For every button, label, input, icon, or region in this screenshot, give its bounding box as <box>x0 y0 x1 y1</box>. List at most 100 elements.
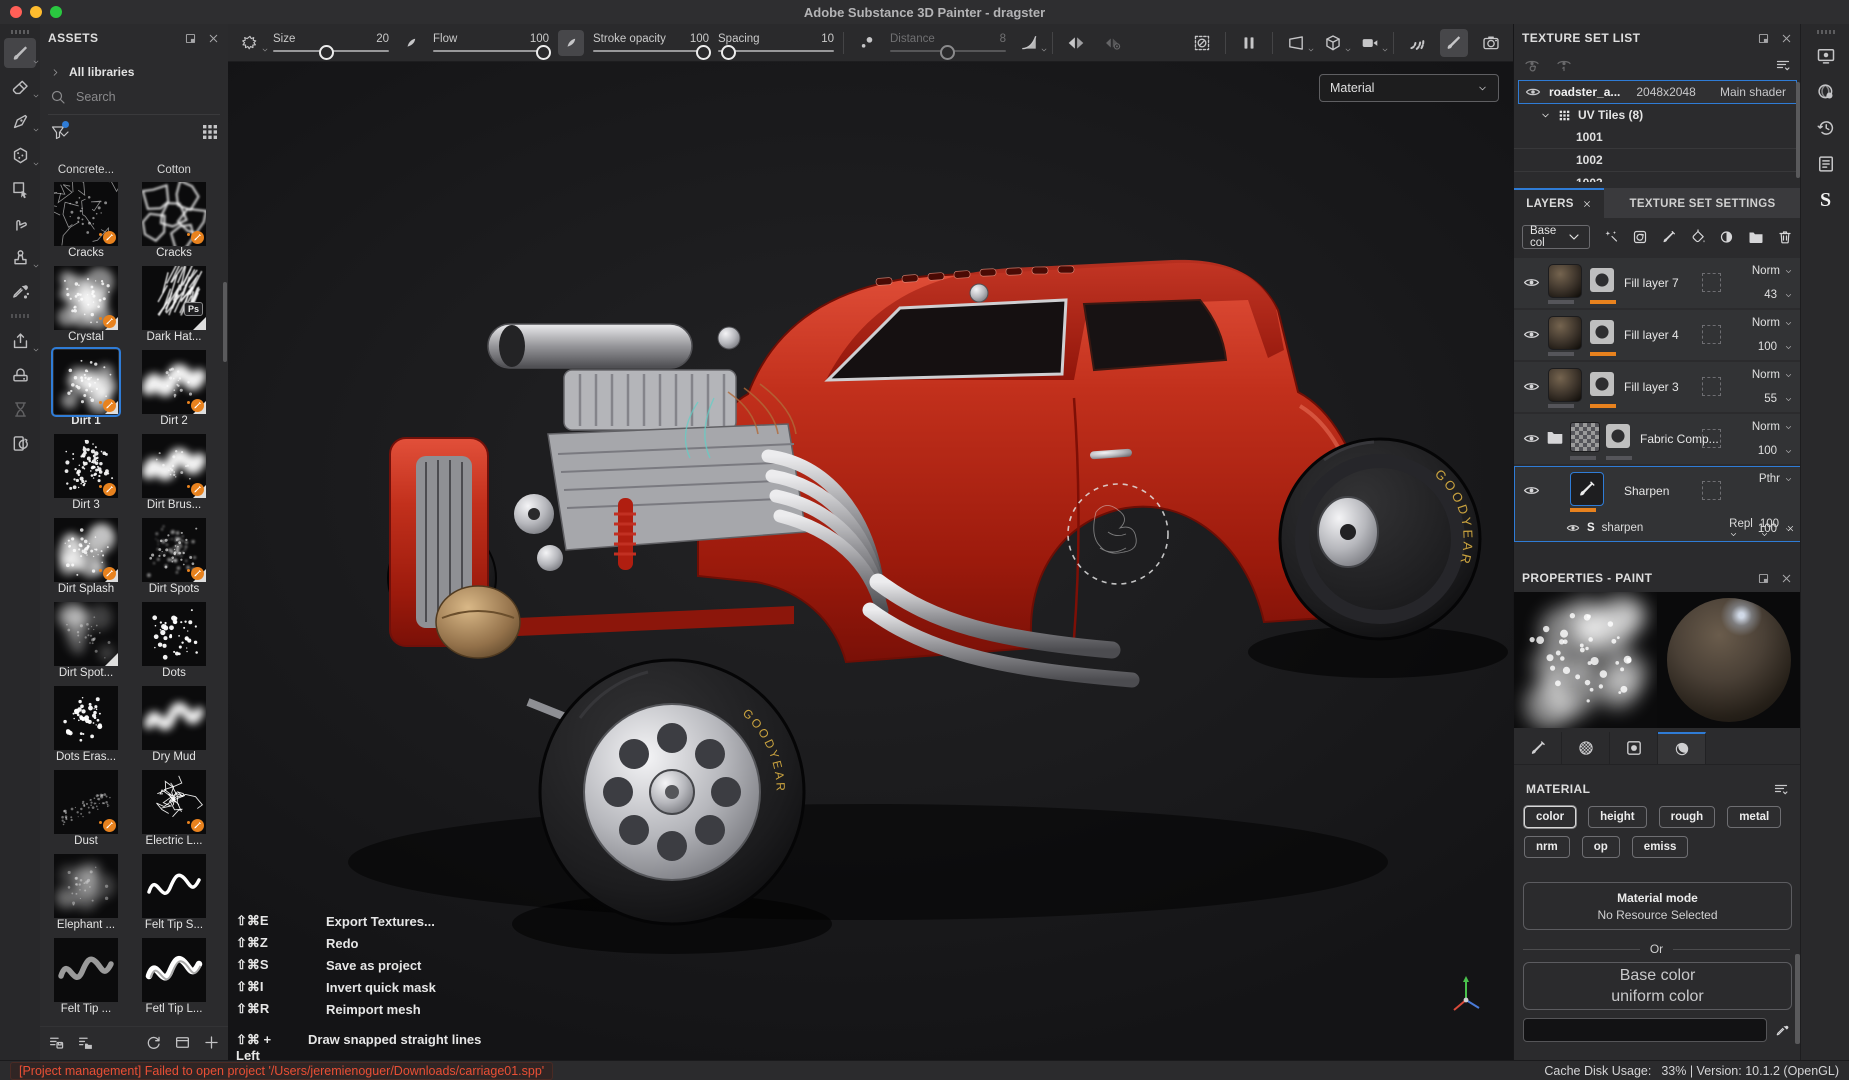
panel-grip[interactable] <box>1817 30 1835 34</box>
channel-button-height[interactable]: height <box>1588 806 1647 828</box>
layer-visibility-toggle[interactable] <box>1523 430 1540 447</box>
opacity-select[interactable]: 100 <box>1758 445 1793 457</box>
mask-drop-target[interactable] <box>1702 481 1721 500</box>
uv-tiles-row[interactable]: UV Tiles (8) <box>1514 104 1801 126</box>
asset-item[interactable]: Dirt 1 <box>42 350 130 434</box>
export-resources-button[interactable] <box>77 1034 94 1051</box>
asset-item[interactable]: Elephant ... <box>42 854 130 938</box>
bake-mesh-maps-button[interactable] <box>4 360 36 390</box>
color-picker-button[interactable] <box>1775 1023 1790 1038</box>
polygon-fill-tool-button[interactable] <box>4 140 36 170</box>
asset-item[interactable]: Dirt 2 <box>130 350 218 434</box>
effect-opacity-select[interactable]: 100 <box>1760 518 1779 539</box>
close-panel-button[interactable] <box>1780 572 1793 585</box>
scatter-button[interactable] <box>853 29 881 57</box>
layer-visibility-toggle[interactable] <box>1523 482 1540 499</box>
assets-scrollbar[interactable] <box>223 282 227 362</box>
asset-item[interactable]: Dirt Splash <box>42 518 130 602</box>
asset-item[interactable]: Fetl Tip L... <box>130 938 218 1022</box>
texture-set-row[interactable]: roadster_a... 2048x2048 Main shader <box>1518 80 1797 104</box>
add-asset-button[interactable] <box>203 1034 220 1051</box>
asset-item[interactable]: Dots Eras... <box>42 686 130 770</box>
material-mode-box[interactable]: Material mode No Resource Selected <box>1523 882 1792 930</box>
blend-mode-select[interactable]: Pthr <box>1759 473 1793 485</box>
flow-pressure-toggle[interactable] <box>558 30 584 56</box>
history-button[interactable] <box>1811 114 1841 142</box>
material-options-button[interactable] <box>1773 781 1789 797</box>
asset-item[interactable]: Felt Tip ... <box>42 938 130 1022</box>
effect-blend-select[interactable]: Repl <box>1729 518 1753 539</box>
resources-updater-button[interactable] <box>4 428 36 458</box>
eye-icon[interactable] <box>1525 84 1541 100</box>
toggle-all-visibility-button[interactable] <box>1524 57 1540 73</box>
channel-thumbnail[interactable] <box>1590 372 1614 396</box>
asset-item[interactable]: Dots <box>130 602 218 686</box>
layer-visibility-toggle[interactable] <box>1523 378 1540 395</box>
detach-panel-button[interactable] <box>184 32 197 45</box>
export-textures-button[interactable] <box>4 326 36 356</box>
render-mode-button[interactable] <box>1477 29 1505 57</box>
import-resources-button[interactable] <box>48 1034 65 1051</box>
base-color-box[interactable]: Base color uniform color <box>1523 962 1792 1010</box>
viewport-3d[interactable]: GOODYEAR GOODYEAR <box>228 62 1513 1060</box>
remove-effect-button[interactable] <box>1786 524 1795 533</box>
uv-tile[interactable]: 1002 <box>1514 149 1801 172</box>
detach-panel-button[interactable] <box>1757 32 1770 45</box>
layer-visibility-toggle[interactable] <box>1523 326 1540 343</box>
symmetry-button[interactable] <box>1062 29 1090 57</box>
channel-button-color[interactable]: color <box>1524 806 1576 828</box>
close-panel-button[interactable] <box>1780 32 1793 45</box>
add-mask-button[interactable] <box>1719 229 1735 245</box>
channel-button-emiss[interactable]: emiss <box>1632 836 1689 858</box>
search-input[interactable] <box>74 89 198 105</box>
delete-layer-button[interactable] <box>1777 229 1793 245</box>
viewport-mode-button[interactable] <box>1282 29 1310 57</box>
channel-button-metal[interactable]: metal <box>1727 806 1781 828</box>
flow-knob[interactable] <box>536 45 551 60</box>
asset-item[interactable]: Cracks <box>42 182 130 266</box>
channel-button-rough[interactable]: rough <box>1659 806 1716 828</box>
tab-alpha[interactable] <box>1562 732 1610 764</box>
material-sphere-preview[interactable] <box>1657 592 1800 728</box>
brush-stroke-preview[interactable] <box>1514 592 1657 728</box>
mask-drop-target[interactable] <box>1702 325 1721 344</box>
add-smart-material-button[interactable] <box>1603 229 1619 245</box>
material-thumbnail[interactable] <box>1548 264 1582 298</box>
opacity-select[interactable]: 55 <box>1764 393 1793 405</box>
layer-row[interactable]: Fill layer 3Norm 55 <box>1514 362 1801 412</box>
paint-tool-button[interactable] <box>4 38 36 68</box>
asset-item[interactable]: PsDark Hat... <box>130 266 218 350</box>
tab-brush[interactable] <box>1514 732 1562 764</box>
panel-grip[interactable] <box>11 30 29 34</box>
opacity-select[interactable]: 100 <box>1758 341 1793 353</box>
asset-item[interactable]: Felt Tip S... <box>130 854 218 938</box>
layer-group-row[interactable]: Fabric Comp...Norm 100 <box>1514 414 1801 464</box>
stroke-opacity-slider[interactable] <box>593 50 709 52</box>
blend-mode-select[interactable]: Norm <box>1752 421 1793 433</box>
spacing-slider[interactable] <box>718 50 834 52</box>
flow-slider[interactable] <box>433 50 549 52</box>
channel-button-nrm[interactable]: nrm <box>1524 836 1570 858</box>
paint-layer-thumbnail[interactable] <box>1570 472 1604 506</box>
detach-panel-button[interactable] <box>1757 572 1770 585</box>
layer-visibility-toggle[interactable] <box>1523 274 1540 291</box>
solo-visibility-button[interactable] <box>1556 57 1572 73</box>
tab-stencil[interactable] <box>1610 732 1658 764</box>
falloff-curve-button[interactable] <box>1015 29 1043 57</box>
quick-mask-button[interactable] <box>1188 29 1216 57</box>
asset-item[interactable]: Dirt 3 <box>42 434 130 518</box>
uv-tile[interactable]: 1001 <box>1514 126 1801 149</box>
distance-knob[interactable] <box>940 45 955 60</box>
mask-drop-target[interactable] <box>1702 377 1721 396</box>
tab-layers[interactable]: LAYERS <box>1514 188 1604 218</box>
shader-settings-button[interactable] <box>1811 78 1841 106</box>
spacing-knob[interactable] <box>721 45 736 60</box>
filter-button[interactable] <box>50 124 66 140</box>
particles-button[interactable] <box>1403 29 1431 57</box>
3d-view-button[interactable] <box>1319 29 1347 57</box>
log-button[interactable] <box>1811 150 1841 178</box>
layer-effect-row[interactable]: SsharpenRepl 100 <box>1566 518 1795 538</box>
add-fill-layer-button[interactable] <box>1690 229 1706 245</box>
display-settings-button[interactable] <box>1811 42 1841 70</box>
brush-preset-button[interactable] <box>236 29 264 57</box>
